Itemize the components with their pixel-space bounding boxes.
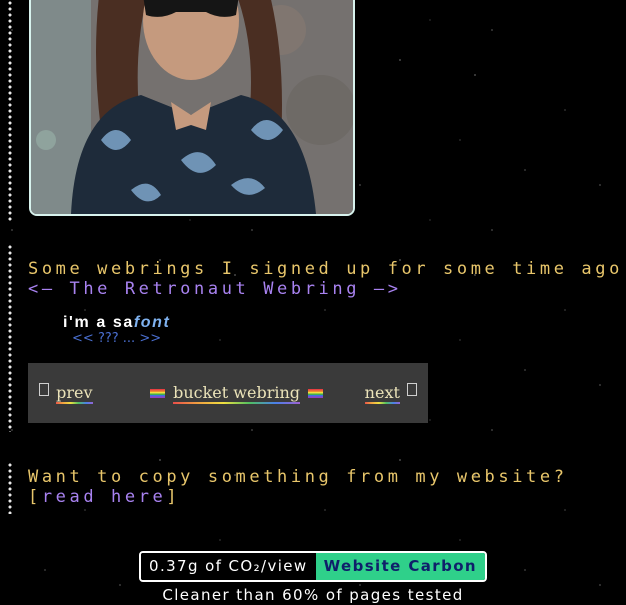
- retronaut-webring-link[interactable]: <— The Retronaut Webring —>: [28, 279, 626, 299]
- safont-list-link[interactable]: ...: [123, 331, 135, 346]
- profile-photo-image: [31, 0, 353, 214]
- safont-prefix: i'm a sa: [63, 314, 134, 331]
- carbon-value: 0.37g of CO₂/view: [141, 553, 316, 580]
- bucket-webring-link[interactable]: bucket webring: [173, 383, 300, 404]
- copy-notice: Want to copy something from my website? …: [28, 467, 588, 507]
- safont-webring-title: i'm a safont: [63, 314, 170, 332]
- safont-font-word[interactable]: font: [134, 314, 171, 331]
- dotted-border-left-middle: [8, 244, 12, 432]
- safont-next-link[interactable]: >>: [139, 331, 161, 346]
- safont-webring-nav: << ??? ... >>: [72, 331, 161, 346]
- bucket-prev-link[interactable]: prev: [56, 383, 93, 404]
- read-here-link[interactable]: read here: [42, 487, 167, 507]
- bucket-title: bucket webring: [147, 383, 326, 404]
- profile-photo: [29, 0, 355, 216]
- safont-prev-link[interactable]: <<: [72, 331, 94, 346]
- dotted-border-left-top: [8, 0, 12, 222]
- carbon-subtitle: Cleaner than 60% of pages tested: [162, 586, 464, 604]
- bucket-webring-widget: prev bucket webring next: [28, 363, 428, 423]
- webrings-section: Some webrings I signed up for some time …: [28, 259, 626, 299]
- dotted-border-left-bottom: [8, 462, 12, 514]
- bucket-next-link[interactable]: next: [364, 383, 400, 404]
- bucket-prev: prev: [37, 383, 93, 404]
- webrings-intro: Some webrings I signed up for some time …: [28, 259, 626, 279]
- bucket-next: next: [364, 383, 419, 404]
- bucket-prev-glyph-icon: [39, 383, 49, 396]
- website-carbon-link[interactable]: Website Carbon: [315, 553, 486, 580]
- copy-notice-suffix: ]: [166, 487, 181, 507]
- rainbow-flag-icon: [150, 389, 165, 398]
- safont-random-link[interactable]: ???: [98, 331, 119, 346]
- bucket-next-glyph-icon: [407, 383, 417, 396]
- website-carbon-badge[interactable]: 0.37g of CO₂/view Website Carbon: [139, 551, 488, 582]
- rainbow-flag-icon: [308, 389, 324, 398]
